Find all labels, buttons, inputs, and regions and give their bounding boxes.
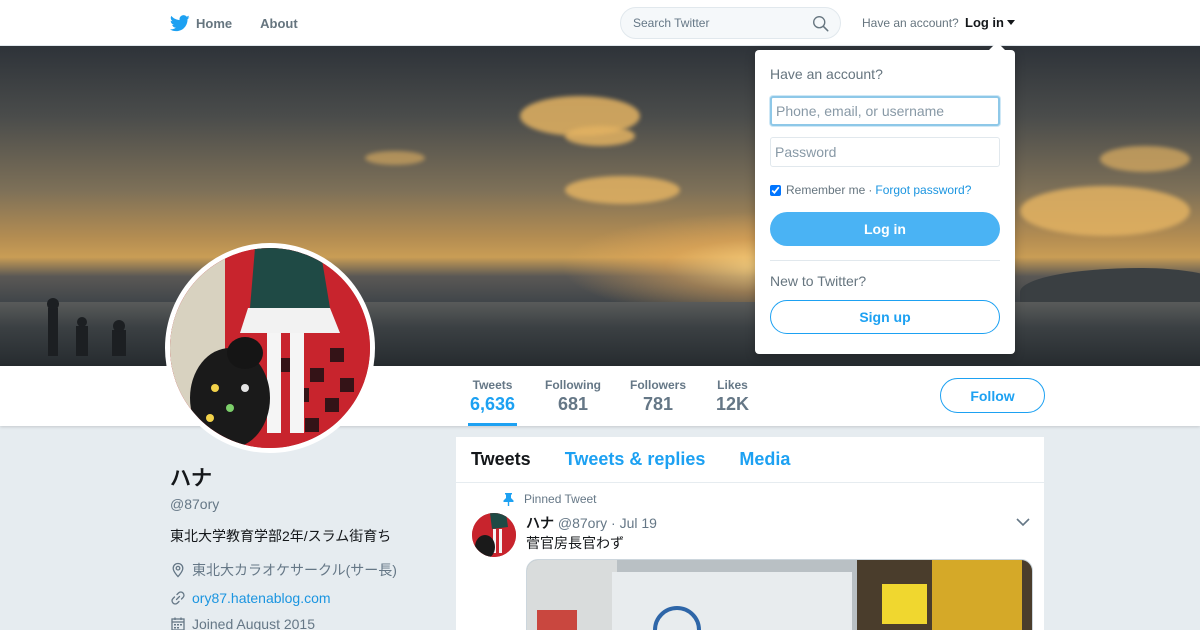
profile-bio: 東北大学教育学部2年/スラム街育ち xyxy=(170,528,392,544)
silhouette-people xyxy=(47,298,126,356)
search-icon[interactable] xyxy=(812,15,829,32)
link-icon xyxy=(171,591,185,605)
tab-tweets-replies[interactable]: Tweets & replies xyxy=(565,449,706,470)
active-tab-underline xyxy=(468,423,518,426)
tweet-author-handle[interactable]: @87ory xyxy=(558,515,607,531)
stat-followers-value: 781 xyxy=(642,394,674,414)
avatar-image xyxy=(170,248,370,448)
remember-label[interactable]: Remember me xyxy=(786,183,865,197)
nav-left: Home About xyxy=(170,0,298,46)
pinned-label: Pinned Tweet xyxy=(524,492,597,506)
profile-location-row: 東北大カラオケサークル(サー長) xyxy=(170,560,430,580)
profile-website[interactable]: ory87.hatenablog.com xyxy=(192,590,331,606)
login-menu-toggle[interactable]: Log in xyxy=(965,15,1015,30)
nav-home-link[interactable]: Home xyxy=(170,14,233,32)
search-input[interactable] xyxy=(621,8,801,38)
have-account-text: Have an account? xyxy=(862,16,959,30)
username-input[interactable] xyxy=(770,96,1000,126)
chevron-down-icon[interactable] xyxy=(1016,518,1030,527)
tweet-header: ハナ @87ory · Jul 19 xyxy=(526,513,657,533)
stat-likes[interactable]: Likes 12K xyxy=(716,378,749,415)
login-menu-label: Log in xyxy=(965,15,1004,30)
nav-home-label: Home xyxy=(196,15,233,31)
follow-button[interactable]: Follow xyxy=(940,378,1045,413)
new-to-twitter-text: New to Twitter? xyxy=(770,273,867,289)
twitter-bird-icon xyxy=(170,14,190,31)
remember-separator: · xyxy=(868,183,873,197)
password-input[interactable] xyxy=(770,137,1000,167)
timeline: Tweets Tweets & replies Media Pinned Twe… xyxy=(456,437,1044,630)
tweet[interactable]: Pinned Tweet ハナ @87ory · Jul 19 菅官房長官わず xyxy=(456,483,1044,557)
profile-location: 東北大カラオケサークル(サー長) xyxy=(192,562,397,578)
pin-icon xyxy=(503,492,514,506)
stat-tweets-value: 6,636 xyxy=(470,394,516,414)
profile-joined-row: Joined August 2015 xyxy=(170,616,430,630)
top-nav: Home About Have an account? Log in xyxy=(0,0,1200,46)
stat-following-label: Following xyxy=(545,378,601,392)
nav-about-link[interactable]: About xyxy=(260,16,298,31)
stat-likes-value: 12K xyxy=(716,394,750,414)
tweet-meta-dot: · xyxy=(611,515,616,531)
login-dropdown-title: Have an account? xyxy=(770,66,883,82)
tweet-media-image[interactable] xyxy=(526,559,1033,630)
stat-followers[interactable]: Followers 781 xyxy=(630,378,686,415)
profile-joined: Joined August 2015 xyxy=(192,616,315,630)
profile-name[interactable]: ハナ xyxy=(170,462,430,492)
stat-following-value: 681 xyxy=(557,394,589,414)
dropdown-caret xyxy=(989,42,1005,50)
stat-tweets[interactable]: Tweets 6,636 xyxy=(468,378,518,426)
pinned-indicator: Pinned Tweet xyxy=(503,492,597,506)
forgot-password-link[interactable]: Forgot password? xyxy=(875,183,971,197)
tab-tweets[interactable]: Tweets xyxy=(471,449,531,470)
profile-sidebar: ハナ @87ory 東北大学教育学部2年/スラム街育ち 東北大カラオケサークル(… xyxy=(170,462,430,630)
remember-row: Remember me · Forgot password? xyxy=(770,183,971,197)
dropdown-divider xyxy=(770,260,1000,261)
stat-likes-label: Likes xyxy=(717,378,748,392)
tweet-photo xyxy=(527,560,1032,630)
tweet-text: 菅官房長官わず xyxy=(526,535,624,551)
login-button[interactable]: Log in xyxy=(770,212,1000,246)
tweet-avatar[interactable] xyxy=(472,513,516,557)
caret-down-icon xyxy=(1007,20,1015,25)
profile-website-row[interactable]: ory87.hatenablog.com xyxy=(170,590,430,606)
profile-handle[interactable]: @87ory xyxy=(170,496,430,512)
search-box xyxy=(620,7,841,39)
remember-checkbox[interactable] xyxy=(770,184,781,196)
timeline-tabs: Tweets Tweets & replies Media xyxy=(456,437,1044,483)
profile-avatar[interactable] xyxy=(165,243,375,453)
stat-tweets-label: Tweets xyxy=(472,378,513,392)
tab-media[interactable]: Media xyxy=(739,449,790,470)
login-dropdown: Have an account? Remember me · Forgot pa… xyxy=(755,42,1015,354)
tweet-author-name[interactable]: ハナ xyxy=(526,515,554,531)
tweet-avatar-image xyxy=(472,513,516,557)
calendar-icon xyxy=(171,617,185,630)
signup-button[interactable]: Sign up xyxy=(770,300,1000,334)
stat-followers-label: Followers xyxy=(630,378,687,392)
location-pin-icon xyxy=(172,562,184,578)
tweet-date[interactable]: Jul 19 xyxy=(620,515,657,531)
stat-following[interactable]: Following 681 xyxy=(545,378,601,415)
